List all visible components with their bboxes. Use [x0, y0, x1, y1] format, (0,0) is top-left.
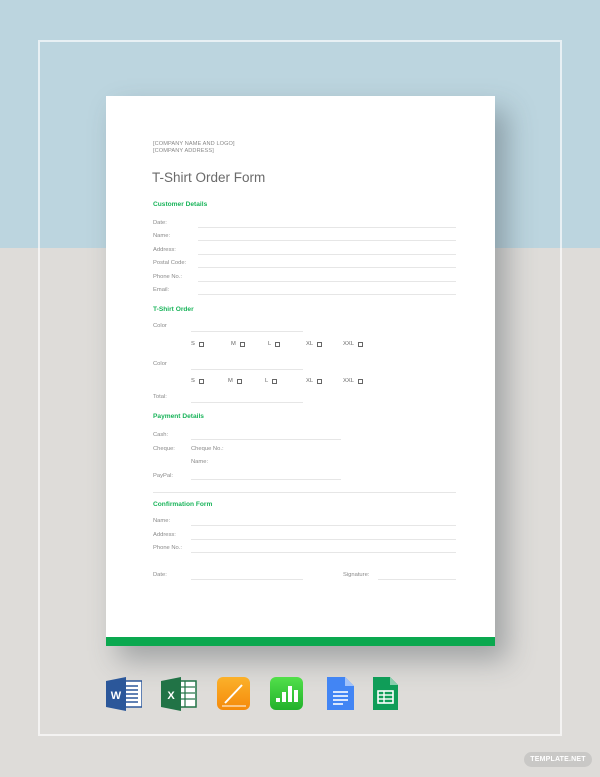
- numbers-icon[interactable]: [270, 677, 306, 711]
- cash-label: Cash:: [153, 432, 169, 438]
- paypal-label: PayPal:: [153, 473, 173, 479]
- name-input-line[interactable]: [198, 240, 456, 241]
- size-label: XL: [306, 378, 314, 384]
- section-customer-details: Customer Details: [153, 201, 208, 208]
- checkbox[interactable]: [357, 378, 363, 384]
- company-name: [COMPANY NAME AND LOGO]: [153, 141, 235, 147]
- checkbox[interactable]: [198, 341, 204, 347]
- confirm-address-input-line[interactable]: [191, 539, 456, 540]
- checkbox[interactable]: [272, 378, 278, 384]
- field-label: Name:: [153, 518, 171, 524]
- footer-accent-bar: [106, 637, 495, 646]
- cheque-label: Cheque:: [153, 446, 175, 452]
- confirm-date-input-line[interactable]: [191, 579, 303, 580]
- pages-icon[interactable]: [216, 677, 252, 711]
- excel-icon[interactable]: X: [161, 677, 197, 711]
- size-option-xxl[interactable]: XXL: [343, 341, 363, 347]
- date-input-line[interactable]: [198, 227, 456, 228]
- size-label: L: [265, 378, 269, 384]
- cheque-no-label: Cheque No.:: [191, 446, 224, 452]
- size-label: S: [191, 341, 195, 347]
- date-label: Date:: [153, 572, 167, 578]
- size-option-xl[interactable]: XL: [306, 378, 323, 384]
- total-input-line[interactable]: [191, 402, 303, 403]
- checkbox[interactable]: [317, 378, 323, 384]
- checkbox[interactable]: [239, 341, 245, 347]
- section-tshirt-order: T-Shirt Order: [153, 306, 194, 313]
- field-label: Address:: [153, 247, 176, 253]
- svg-text:W: W: [111, 690, 122, 702]
- field-label: Address:: [153, 532, 176, 538]
- checkbox[interactable]: [317, 341, 323, 347]
- document-page: [COMPANY NAME AND LOGO] [COMPANY ADDRESS…: [106, 96, 495, 646]
- field-label: Phone No.:: [153, 545, 183, 551]
- checkbox[interactable]: [357, 341, 363, 347]
- google-docs-icon[interactable]: [324, 677, 360, 711]
- size-label: L: [268, 341, 272, 347]
- signature-label: Signature:: [343, 572, 370, 578]
- checkbox[interactable]: [236, 378, 242, 384]
- confirm-name-input-line[interactable]: [191, 525, 456, 526]
- size-label: S: [191, 378, 195, 384]
- checkbox[interactable]: [275, 341, 281, 347]
- size-option-s[interactable]: S: [191, 341, 204, 347]
- postal-code-input-line[interactable]: [198, 267, 456, 268]
- size-option-m[interactable]: M: [231, 341, 245, 347]
- field-label: Email:: [153, 287, 170, 293]
- svg-text:X: X: [167, 690, 175, 702]
- word-icon[interactable]: W: [106, 677, 142, 711]
- cash-input-line[interactable]: [191, 439, 341, 440]
- section-divider: [153, 492, 456, 493]
- field-label: Date:: [153, 220, 167, 226]
- color-input-line[interactable]: [191, 369, 303, 370]
- field-label: Phone No.:: [153, 274, 183, 280]
- size-label: XXL: [343, 341, 354, 347]
- field-label: Name:: [153, 233, 171, 239]
- company-header: [COMPANY NAME AND LOGO] [COMPANY ADDRESS…: [153, 141, 235, 155]
- checkbox[interactable]: [198, 378, 204, 384]
- signature-input-line[interactable]: [378, 579, 456, 580]
- email-input-line[interactable]: [198, 294, 456, 295]
- watermark-badge: TEMPLATE.NET: [524, 752, 592, 767]
- size-option-l[interactable]: L: [268, 341, 281, 347]
- google-sheets-icon[interactable]: [372, 677, 408, 711]
- size-label: XXL: [343, 378, 354, 384]
- size-option-m[interactable]: M: [228, 378, 242, 384]
- size-option-s[interactable]: S: [191, 378, 204, 384]
- document-title: T-Shirt Order Form: [152, 170, 266, 185]
- color-input-line[interactable]: [191, 331, 303, 332]
- size-option-l[interactable]: L: [265, 378, 278, 384]
- color-label: Color: [153, 361, 167, 367]
- size-label: XL: [306, 341, 314, 347]
- size-option-xxl[interactable]: XXL: [343, 378, 363, 384]
- size-option-xl[interactable]: XL: [306, 341, 323, 347]
- size-label: M: [231, 341, 236, 347]
- phone-input-line[interactable]: [198, 281, 456, 282]
- address-input-line[interactable]: [198, 254, 456, 255]
- section-payment-details: Payment Details: [153, 413, 204, 420]
- field-label: Postal Code:: [153, 260, 187, 266]
- company-address: [COMPANY ADDRESS]: [153, 148, 214, 154]
- section-confirmation-form: Confirmation Form: [153, 501, 213, 508]
- paypal-input-line[interactable]: [191, 479, 341, 480]
- confirm-phone-input-line[interactable]: [191, 552, 456, 553]
- total-label: Total:: [153, 394, 167, 400]
- color-label: Color: [153, 323, 167, 329]
- size-label: M: [228, 378, 233, 384]
- cheque-name-label: Name:: [191, 459, 209, 465]
